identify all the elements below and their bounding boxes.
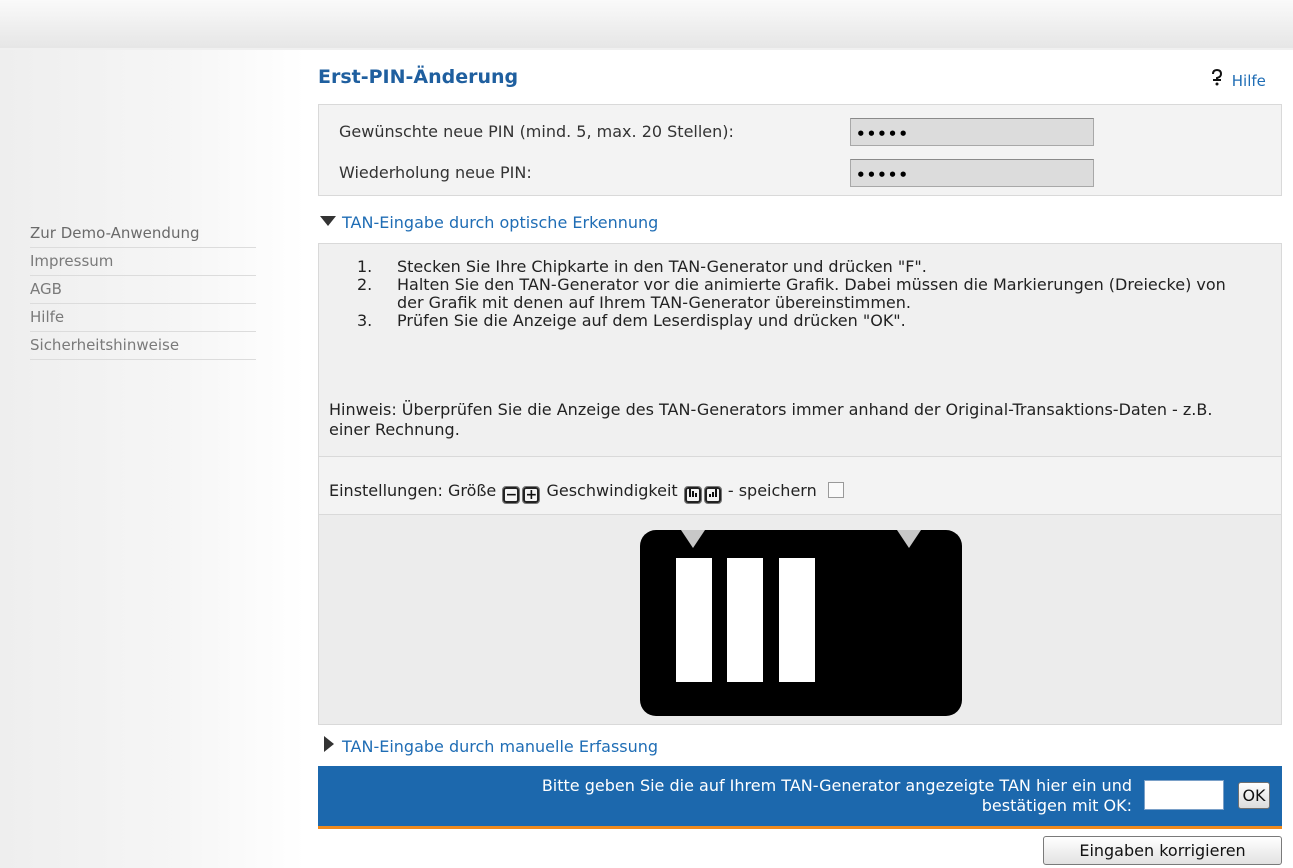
new-pin-field[interactable]: ••••• (850, 118, 1094, 146)
manual-section-toggle[interactable]: TAN-Eingabe durch manuelle Erfassung (324, 736, 658, 756)
tan-entry-bar: Bitte geben Sie die auf Ihrem TAN-Genera… (318, 766, 1282, 826)
collapsed-triangle-icon (324, 736, 334, 752)
size-label: Einstellungen: Größe (329, 481, 497, 500)
sidebar-item-sicherheitshinweise[interactable]: Sicherheitshinweise (30, 332, 256, 360)
step-item: 1. Stecken Sie Ihre Chipkarte in den TAN-… (357, 257, 927, 276)
step-item: 2. Halten Sie den TAN-Generator vor die a… (357, 275, 1226, 312)
tan-input[interactable] (1144, 780, 1224, 810)
speed-faster-icon[interactable] (703, 486, 722, 504)
save-checkbox[interactable] (827, 482, 844, 498)
flicker-bar (676, 558, 712, 682)
save-label: - speichern (727, 481, 817, 500)
expanded-triangle-icon (320, 216, 336, 226)
instructions-box: 1. Stecken Sie Ihre Chipkarte in den TAN-… (318, 243, 1282, 457)
help-link[interactable]: Hilfe (1209, 68, 1266, 91)
tan-prompt: Bitte geben Sie die auf Ihrem TAN-Genera… (541, 776, 1132, 815)
step-item: 3. Prüfen Sie die Anzeige auf dem Leserdi… (357, 311, 906, 330)
size-increase-button[interactable]: + (522, 486, 541, 504)
speed-label: Geschwindigkeit (546, 481, 678, 500)
sidebar-nav: Zur Demo-Anwendung Impressum AGB Hilfe S… (30, 220, 256, 360)
repeat-pin-field[interactable]: ••••• (850, 159, 1094, 187)
alignment-marker-left (681, 530, 705, 548)
flicker-bar (779, 558, 815, 682)
sidebar-item-agb[interactable]: AGB (30, 276, 256, 304)
optical-section-toggle[interactable]: TAN-Eingabe durch optische Erkennung (320, 213, 658, 232)
instruction-steps: 1. Stecken Sie Ihre Chipkarte in den TAN-… (357, 258, 1237, 330)
flicker-bar (727, 558, 763, 682)
flicker-settings: Einstellungen: Größe − + Geschwindigkeit … (318, 457, 1282, 515)
page-title: Erst-PIN-Änderung (318, 66, 519, 88)
correct-inputs-button[interactable]: Eingaben korrigieren (1043, 836, 1282, 865)
optical-section-label: TAN-Eingabe durch optische Erkennung (342, 213, 659, 232)
pin-form: Gewünschte neue PIN (mind. 5, max. 20 St… (318, 104, 1282, 196)
ok-button[interactable]: OK (1238, 782, 1270, 809)
question-icon (1209, 68, 1227, 91)
sidebar-item-hilfe[interactable]: Hilfe (30, 304, 256, 332)
top-header-bar (0, 0, 1293, 48)
repeat-pin-label: Wiederholung neue PIN: (339, 163, 532, 182)
new-pin-label: Gewünschte neue PIN (mind. 5, max. 20 St… (339, 122, 734, 141)
flicker-code-graphic (640, 530, 962, 716)
sidebar-item-impressum[interactable]: Impressum (30, 248, 256, 276)
security-note: Hinweis: Überprüfen Sie die Anzeige des … (329, 400, 1213, 439)
orange-divider (318, 826, 1282, 829)
size-decrease-button[interactable]: − (502, 486, 521, 504)
speed-slower-icon[interactable] (683, 486, 702, 504)
sidebar-background (0, 50, 305, 868)
sidebar-item-demo[interactable]: Zur Demo-Anwendung (30, 220, 256, 248)
alignment-marker-right (897, 530, 921, 548)
help-label: Hilfe (1231, 72, 1266, 90)
manual-section-label: TAN-Eingabe durch manuelle Erfassung (342, 737, 659, 756)
